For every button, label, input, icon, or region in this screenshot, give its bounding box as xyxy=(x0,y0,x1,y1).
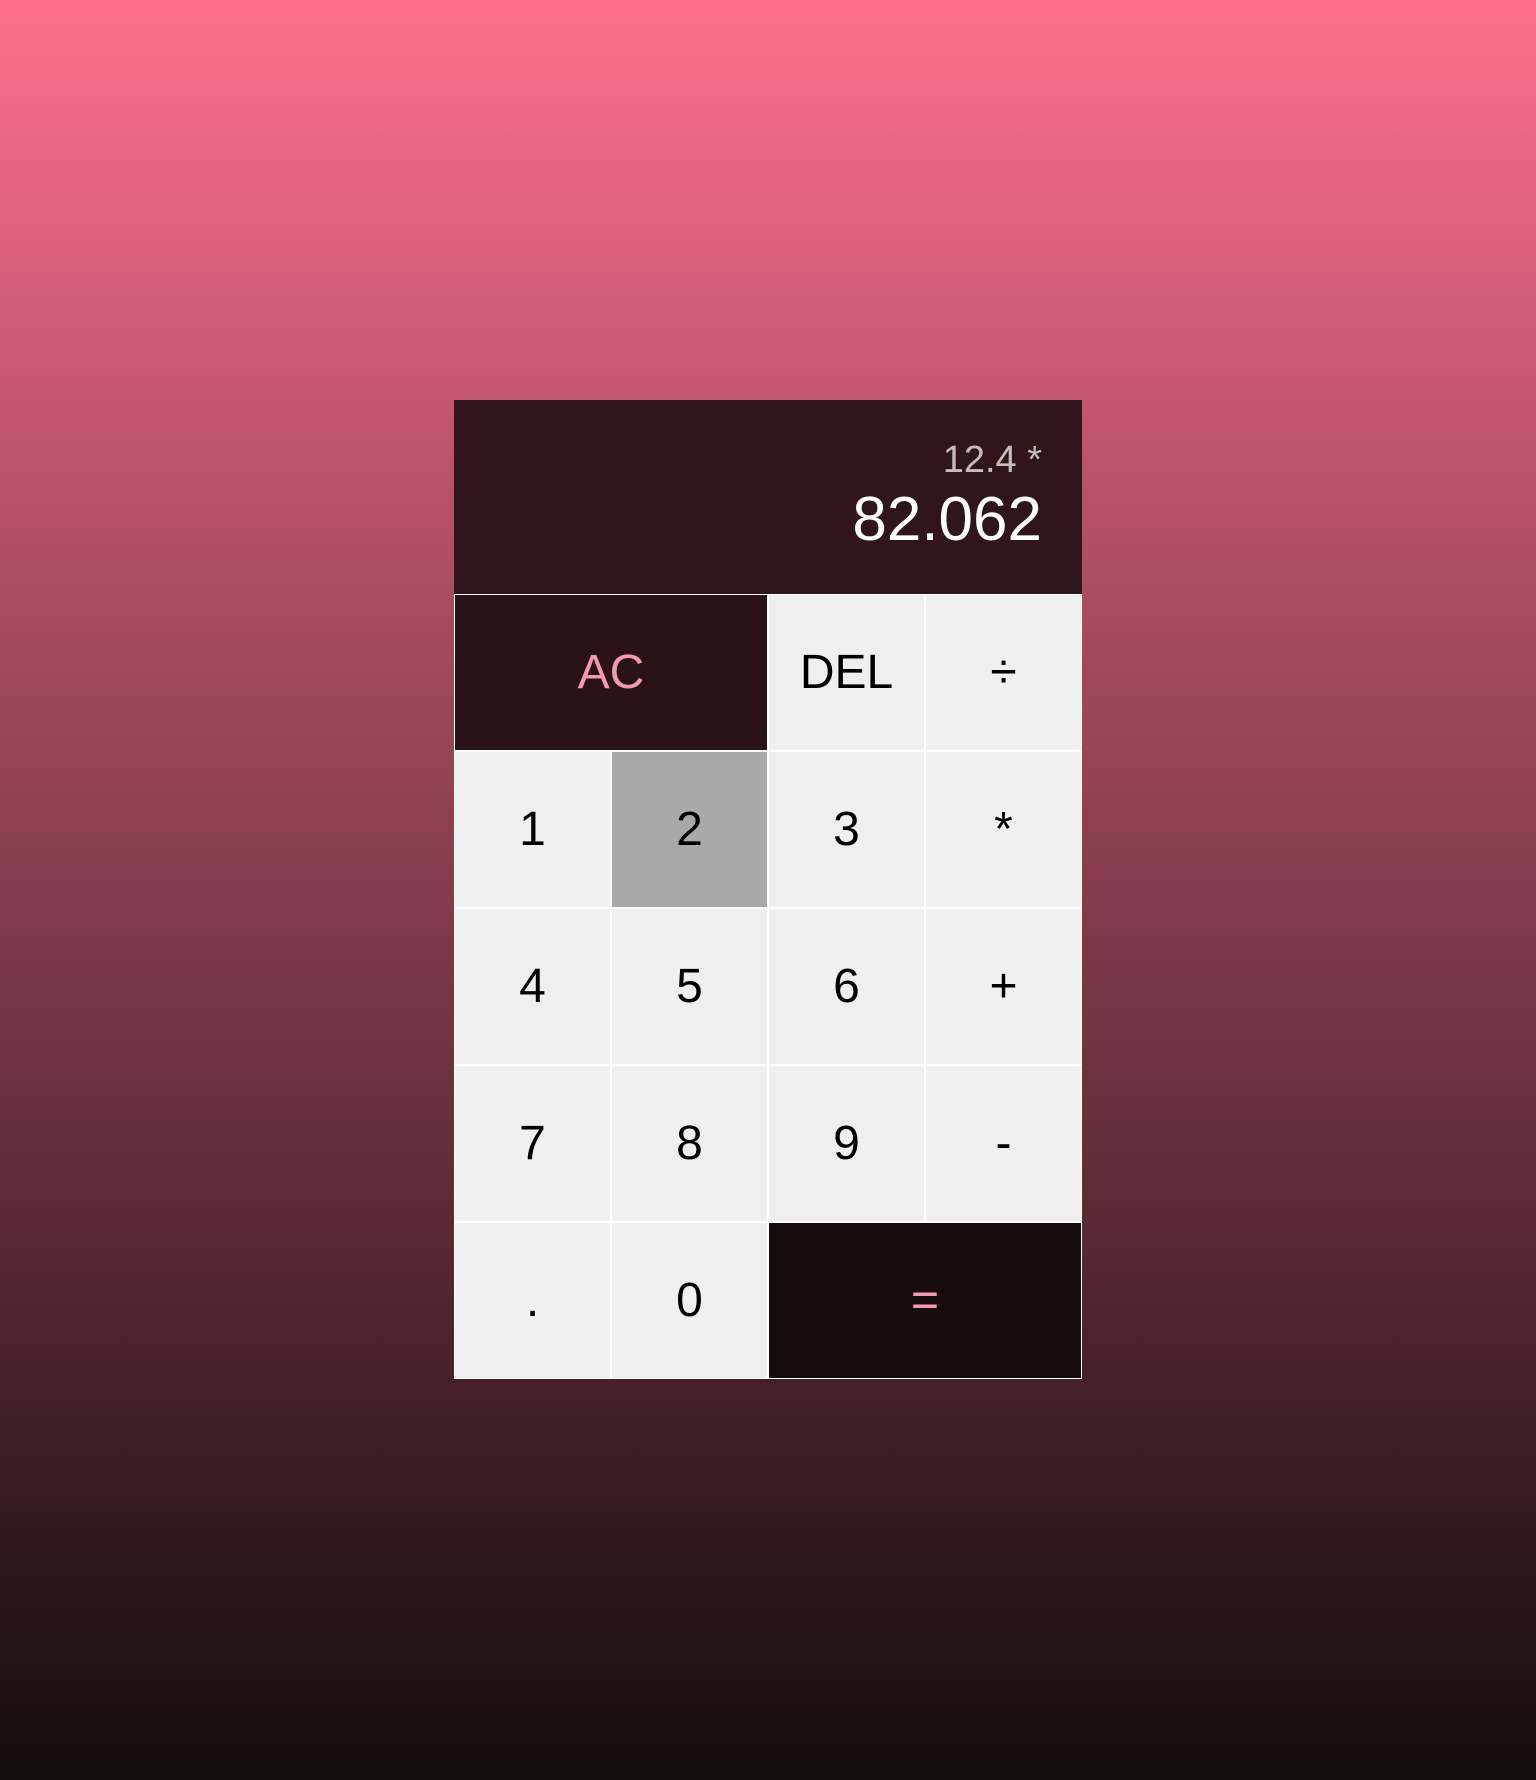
digit-3-button[interactable]: 3 xyxy=(768,751,925,908)
digit-2-button[interactable]: 2 xyxy=(611,751,768,908)
multiply-button[interactable]: * xyxy=(925,751,1082,908)
digit-5-button[interactable]: 5 xyxy=(611,908,768,1065)
keypad: AC DEL ÷ 1 2 3 * 4 5 6 + 7 8 9 - . 0 = xyxy=(454,594,1082,1379)
digit-9-button[interactable]: 9 xyxy=(768,1065,925,1222)
digit-7-button[interactable]: 7 xyxy=(454,1065,611,1222)
plus-button[interactable]: + xyxy=(925,908,1082,1065)
digit-8-button[interactable]: 8 xyxy=(611,1065,768,1222)
digit-1-button[interactable]: 1 xyxy=(454,751,611,908)
divide-button[interactable]: ÷ xyxy=(925,594,1082,751)
all-clear-button[interactable]: AC xyxy=(454,594,768,751)
calculator-display: 12.4 * 82.062 xyxy=(454,400,1082,594)
calculator: 12.4 * 82.062 AC DEL ÷ 1 2 3 * 4 5 6 + 7… xyxy=(454,400,1082,1379)
digit-4-button[interactable]: 4 xyxy=(454,908,611,1065)
digit-0-button[interactable]: 0 xyxy=(611,1222,768,1379)
digit-6-button[interactable]: 6 xyxy=(768,908,925,1065)
decimal-point-button[interactable]: . xyxy=(454,1222,611,1379)
equals-button[interactable]: = xyxy=(768,1222,1082,1379)
delete-button[interactable]: DEL xyxy=(768,594,925,751)
current-operand: 82.062 xyxy=(852,485,1042,554)
minus-button[interactable]: - xyxy=(925,1065,1082,1222)
previous-operand: 12.4 * xyxy=(942,439,1042,481)
